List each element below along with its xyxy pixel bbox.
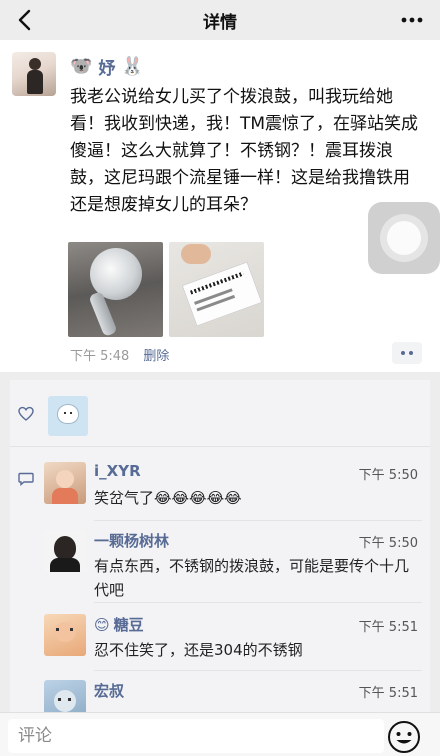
commenter-name-text: 宏叔 xyxy=(94,682,125,700)
delete-link[interactable]: 删除 xyxy=(143,345,169,364)
assistive-touch-ring xyxy=(380,214,428,262)
chevron-left-icon xyxy=(18,9,31,31)
likes-row xyxy=(10,388,430,440)
assistive-touch-button[interactable] xyxy=(368,202,440,274)
author-name-row[interactable]: 🐨 妤 🐰 xyxy=(70,54,144,79)
post-photo-package[interactable] xyxy=(169,242,264,337)
author-name: 妤 xyxy=(98,58,116,79)
author-avatar[interactable] xyxy=(12,52,56,96)
like-comment-action-button[interactable] xyxy=(392,342,422,364)
more-button[interactable] xyxy=(398,6,426,34)
comment-divider xyxy=(94,602,422,603)
commenter-avatar[interactable] xyxy=(44,530,86,572)
shipping-label-shape xyxy=(181,261,263,327)
smiley-face-icon[interactable] xyxy=(386,719,422,755)
commenter-name-text: 一颗杨树林 xyxy=(94,532,170,550)
post-photo-drum[interactable] xyxy=(68,242,163,337)
comment-bar xyxy=(0,712,440,756)
heart-icon xyxy=(18,406,34,421)
post-time: 下午 5:48 xyxy=(70,348,130,364)
more-dots-icon xyxy=(401,17,423,23)
koala-emoji: 🐨 xyxy=(70,55,93,77)
comment-item[interactable]: i_XYR 下午 5:50 笑岔气了😂😂😂😂😂 xyxy=(44,462,422,514)
comment-divider xyxy=(94,670,422,671)
liker-avatar[interactable] xyxy=(48,396,88,436)
action-dot xyxy=(409,351,413,355)
comment-bubble-icon xyxy=(18,472,34,486)
comment-text: 有点东西，不锈钢的拨浪鼓，可能是要传个十几代吧 xyxy=(94,557,410,599)
comment-text: 笑岔气了😂😂😂😂😂 xyxy=(94,489,242,507)
commenter-name[interactable]: 宏叔 xyxy=(94,680,124,701)
name-emoji: 😊 xyxy=(94,615,110,634)
action-dot xyxy=(401,351,405,355)
comment-divider xyxy=(94,520,422,521)
interaction-panel: i_XYR 下午 5:50 笑岔气了😂😂😂😂😂 一颗杨树林 下午 5:50 有点… xyxy=(10,380,430,720)
comment-input[interactable] xyxy=(8,719,384,753)
hand-image-shape xyxy=(181,244,211,264)
back-button[interactable] xyxy=(8,4,40,36)
assistive-touch-core xyxy=(387,221,421,255)
rabbit-emoji: 🐰 xyxy=(121,55,144,77)
comment-item[interactable]: 😊 糖豆 下午 5:51 忍不住笑了，还是304的不锈钢 xyxy=(44,614,422,666)
comment-time: 下午 5:50 xyxy=(358,536,418,551)
comment-time: 下午 5:50 xyxy=(358,468,418,483)
comment-text: 忍不住笑了，还是304的不锈钢 xyxy=(94,641,303,659)
likes-divider xyxy=(10,446,430,447)
top-navigation-bar: 详情 xyxy=(0,0,440,40)
commenter-name-text: 糖豆 xyxy=(113,616,144,634)
commenter-avatar[interactable] xyxy=(44,614,86,656)
post-meta: 下午 5:48 删除 xyxy=(70,344,169,364)
commenter-name-text: i_XYR xyxy=(94,462,141,480)
commenter-name[interactable]: i_XYR xyxy=(94,462,141,480)
comment-time: 下午 5:51 xyxy=(358,686,418,701)
post-text: 我老公说给女儿买了个拨浪鼓，叫我玩给她看！我收到快递，我！TM震惊了，在驿站笑成… xyxy=(70,87,419,215)
commenter-name[interactable]: 😊 糖豆 xyxy=(94,614,144,635)
commenter-name[interactable]: 一颗杨树林 xyxy=(94,530,169,551)
commenter-avatar[interactable] xyxy=(44,462,86,504)
comment-item[interactable]: 一颗杨树林 下午 5:50 有点东西，不锈钢的拨浪鼓，可能是要传个十几代吧 xyxy=(44,530,422,606)
page-title: 详情 xyxy=(203,12,237,33)
comment-time: 下午 5:51 xyxy=(358,620,418,635)
